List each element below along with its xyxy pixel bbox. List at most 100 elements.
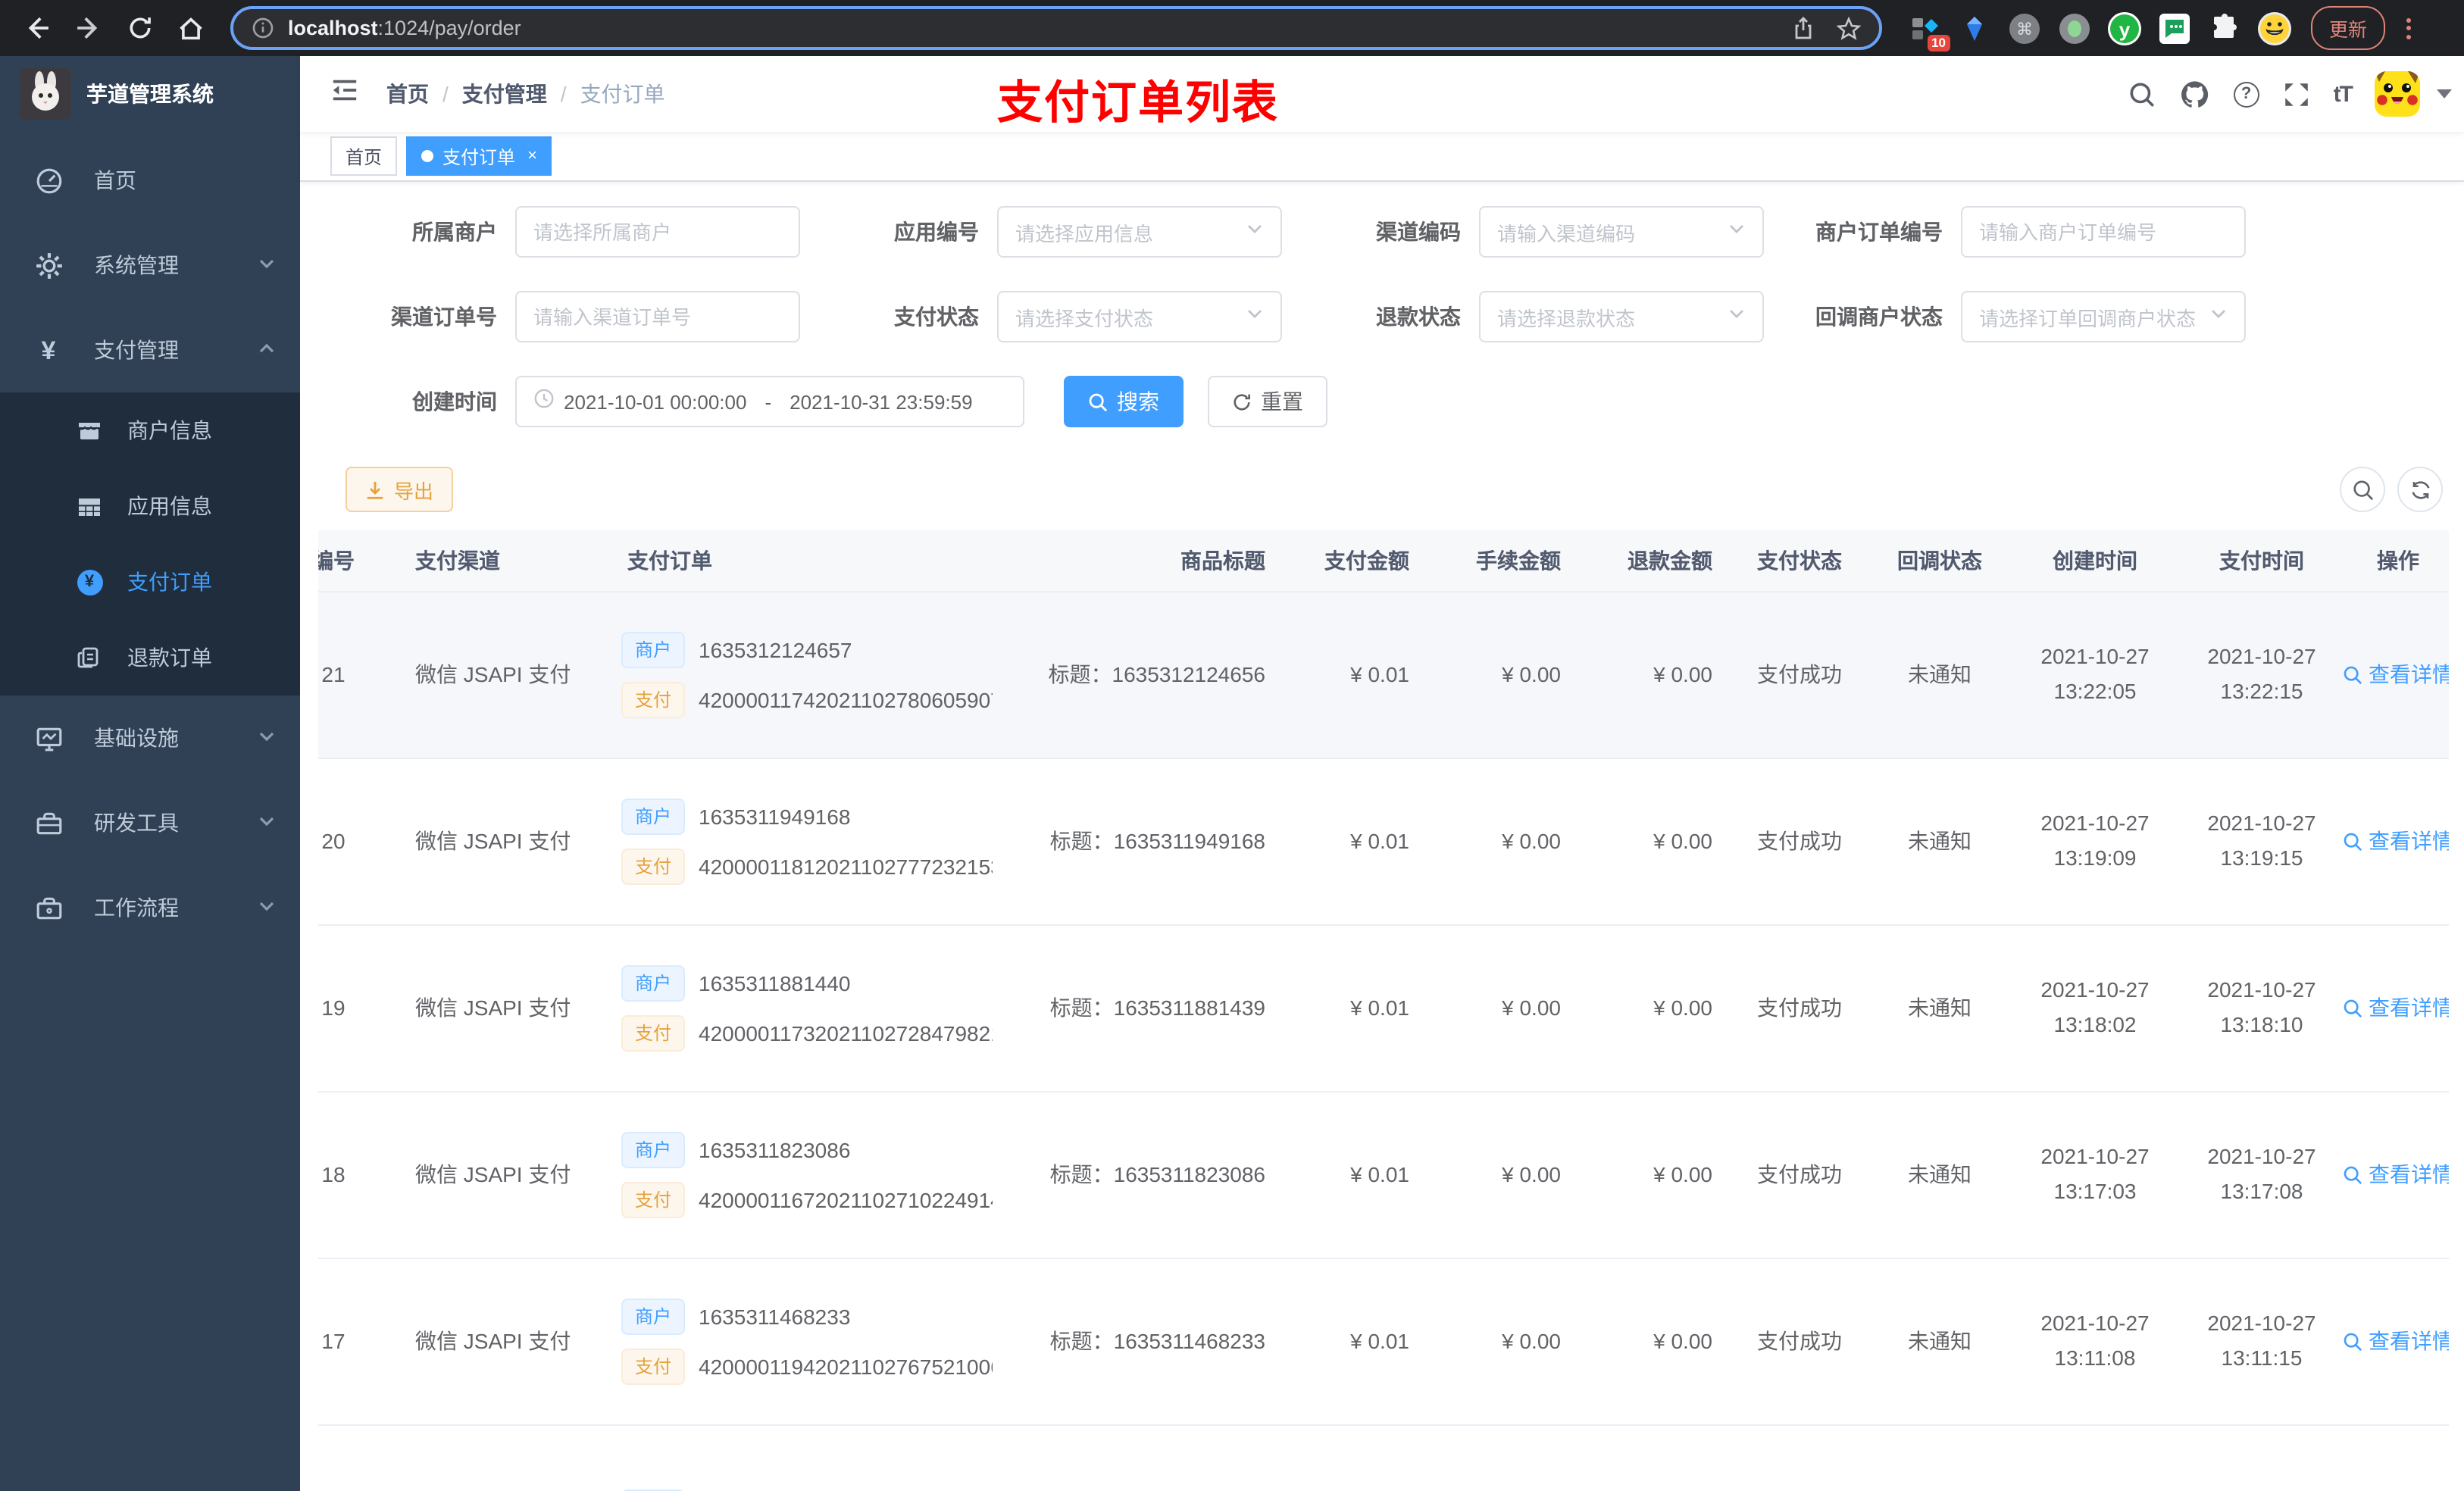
help-icon[interactable]: ? xyxy=(2233,81,2259,107)
header-search-icon[interactable] xyxy=(2128,80,2156,108)
sidebar-item-system[interactable]: 系统管理 xyxy=(0,223,300,308)
browser-menu-button[interactable] xyxy=(2406,17,2412,39)
channel-order-no-input[interactable] xyxy=(515,291,800,342)
date-range-start: 2021-10-01 00:00:00 xyxy=(564,390,747,413)
sidebar-item-merchant-info[interactable]: 商户信息 xyxy=(0,392,300,468)
merchant-input-field[interactable] xyxy=(533,220,782,243)
tag-close-icon[interactable]: × xyxy=(527,147,537,164)
avatar-caret-icon[interactable] xyxy=(2437,89,2452,98)
extension-y-icon[interactable]: y xyxy=(2106,10,2143,46)
sidebar-item-label: 退款订单 xyxy=(127,645,212,670)
view-details-link[interactable]: 查看详情 xyxy=(2343,1326,2449,1356)
address-bar[interactable]: localhost:1024/pay/order xyxy=(230,6,1882,50)
view-details-link[interactable]: 查看详情 xyxy=(2343,659,2449,689)
cell-pay-time: 2021-10-27 13:18:10 xyxy=(2182,924,2341,1092)
sidebar-fold-icon[interactable] xyxy=(321,67,368,121)
view-details-link[interactable]: 查看详情 xyxy=(2343,826,2449,856)
extension-gem-icon[interactable] xyxy=(1956,10,1993,46)
payment-submenu: 商户信息 应用信息 ¥ 支付订单 退款订单 xyxy=(0,392,300,695)
browser-forward-button[interactable] xyxy=(67,7,109,49)
sidebar-item-label: 支付订单 xyxy=(127,570,212,594)
cell-amount: ¥ 0.01 xyxy=(1280,1091,1424,1258)
channel-code-select[interactable]: 请输入渠道编码 xyxy=(1479,206,1764,258)
breadcrumb-pay-management[interactable]: 支付管理 xyxy=(462,79,547,109)
extension-record-icon[interactable] xyxy=(2056,10,2093,46)
view-details-link[interactable]: 查看详情 xyxy=(2343,1159,2449,1189)
cell-create-time: 2021-10-27 13:11:08 xyxy=(2008,1258,2182,1425)
refund-status-select[interactable]: 请选择退款状态 xyxy=(1479,291,1764,342)
download-icon xyxy=(367,480,383,499)
cell-create-time: 2021-10-27 13:22:05 xyxy=(2008,591,2182,758)
extension-chat-icon[interactable] xyxy=(2156,10,2193,46)
sidebar-item-workflow[interactable]: 工作流程 xyxy=(0,865,300,950)
sidebar-item-pay-order[interactable]: ¥ 支付订单 xyxy=(0,544,300,620)
extension-emoji-icon[interactable] xyxy=(2256,10,2293,46)
browser-home-button[interactable] xyxy=(170,7,212,49)
filter-merchant: 所属商户 xyxy=(318,206,800,258)
browser-update-button[interactable]: 更新 xyxy=(2311,6,2386,50)
sidebar-item-payment[interactable]: ¥ 支付管理 xyxy=(0,308,300,392)
cell-channel: 微信 JSAPI 支付 xyxy=(394,591,606,758)
cell-status: 支付成功 xyxy=(1728,1258,1871,1425)
pay-order-no: 4200001167202110271022491439 xyxy=(699,1187,993,1211)
fullscreen-icon[interactable] xyxy=(2282,80,2311,108)
font-size-icon[interactable]: tT xyxy=(2334,81,2353,107)
cell-title: 标题：1635311881439 xyxy=(993,924,1280,1092)
cell-channel: 微信 JSAPI 支付 xyxy=(394,924,606,1092)
extensions-puzzle-icon[interactable] xyxy=(2206,10,2243,46)
tag-pay-order[interactable]: 支付订单 × xyxy=(406,136,552,176)
merchant-order-no-input[interactable] xyxy=(1961,206,2246,258)
channel-order-no-field[interactable] xyxy=(533,305,782,328)
merchant-tag: 商户 xyxy=(621,964,686,1001)
col-header-pay-order: 支付订单 xyxy=(606,530,993,592)
toggle-search-button[interactable] xyxy=(2340,467,2385,512)
sidebar-item-refund-order[interactable]: 退款订单 xyxy=(0,620,300,695)
sidebar-item-home[interactable]: 首页 xyxy=(0,138,300,223)
breadcrumb-home[interactable]: 首页 xyxy=(386,79,429,109)
sidebar-item-infrastructure[interactable]: 基础设施 xyxy=(0,695,300,780)
create-time-range-picker[interactable]: 2021-10-01 00:00:00 - 2021-10-31 23:59:5… xyxy=(515,376,1024,427)
shop-icon xyxy=(73,417,106,444)
search-icon xyxy=(1089,392,1108,411)
extension-tabs-icon[interactable]: 10 xyxy=(1906,10,1950,51)
cell-fee: ¥ 0.00 xyxy=(1424,758,1576,925)
order-table-body: 21 微信 JSAPI 支付 商户 1635312124657 支付 42000… xyxy=(318,591,2449,1491)
user-avatar[interactable] xyxy=(2375,71,2420,117)
search-button[interactable]: 搜索 xyxy=(1064,376,1184,427)
browser-back-button[interactable] xyxy=(15,7,58,49)
sidebar-item-app-info[interactable]: 应用信息 xyxy=(0,468,300,544)
filter-create-time: 创建时间 2021-10-01 00:00:00 - 2021-10-31 23… xyxy=(318,376,1024,427)
notify-status-select[interactable]: 请选择订单回调商户状态 xyxy=(1961,291,2246,342)
bookmark-star-icon[interactable] xyxy=(1837,16,1861,40)
chevron-down-icon xyxy=(1246,303,1264,330)
chevron-down-icon xyxy=(2209,303,2228,330)
sidebar-item-dev-tools[interactable]: 研发工具 xyxy=(0,780,300,865)
cell-channel: 微信 JSAPI 支付 xyxy=(394,1258,606,1425)
github-icon[interactable] xyxy=(2179,78,2211,110)
merchant-input[interactable] xyxy=(515,206,800,258)
chevron-down-icon xyxy=(1246,218,1264,245)
pay-status-select[interactable]: 请选择支付状态 xyxy=(997,291,1282,342)
filter-notify-status: 回调商户状态 请选择订单回调商户状态 xyxy=(1764,291,2246,342)
extension-command-icon[interactable]: ⌘ xyxy=(2006,10,2043,46)
sidebar-menu: 首页 系统管理 ¥ 支付管理 商户信息 应用信息 ¥ 支付订单 退款订单 基础设… xyxy=(0,132,300,950)
app-id-select[interactable]: 请选择应用信息 xyxy=(997,206,1282,258)
sidebar-item-label: 商户信息 xyxy=(127,418,212,442)
cell-status xyxy=(1728,1424,1871,1491)
chevron-down-icon xyxy=(258,253,276,277)
cell-title: 标题：1635311468233 xyxy=(993,1258,1280,1425)
view-details-link[interactable]: 查看详情 xyxy=(2343,992,2449,1023)
share-icon[interactable] xyxy=(1791,16,1815,40)
reset-button[interactable]: 重置 xyxy=(1208,376,1327,427)
table-row: 18 微信 JSAPI 支付 商户 1635311823086 支付 42000… xyxy=(318,1091,2449,1258)
tag-home[interactable]: 首页 xyxy=(330,136,398,176)
merchant-order-no: 1635311881440 xyxy=(699,971,851,995)
export-button[interactable]: 导出 xyxy=(346,467,454,512)
refresh-table-button[interactable] xyxy=(2397,467,2443,512)
app-logo[interactable]: 芋道管理系统 xyxy=(0,56,300,132)
merchant-order-no-field[interactable] xyxy=(1979,220,2228,243)
browser-reload-button[interactable] xyxy=(118,7,161,49)
cell-actions: 查看详情 xyxy=(2341,1091,2449,1258)
table-row: 17 微信 JSAPI 支付 商户 1635311468233 支付 42000… xyxy=(318,1258,2449,1425)
cell-pay-time: 2021-10-27 13:17:08 xyxy=(2182,1091,2341,1258)
